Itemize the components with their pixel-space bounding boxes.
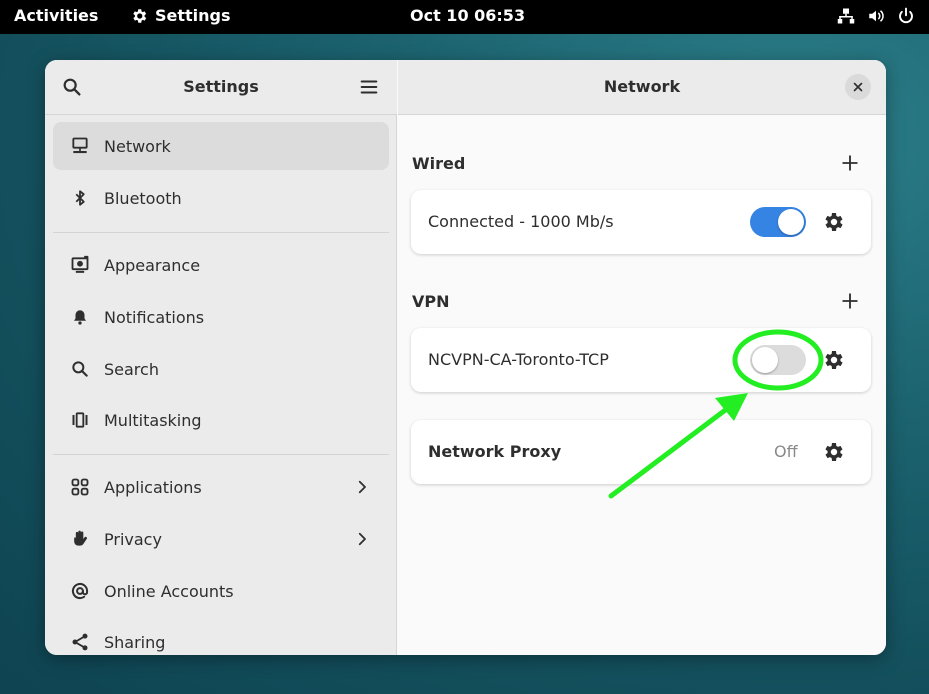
sidebar-item-bluetooth[interactable]: Bluetooth — [53, 174, 389, 222]
hamburger-menu-icon[interactable] — [358, 76, 380, 98]
network-proxy-label: Network Proxy — [428, 442, 562, 461]
settings-window: Settings Network Bluetooth Appearance No… — [45, 60, 886, 655]
add-vpn-button[interactable] — [838, 289, 862, 313]
system-tray[interactable] — [837, 7, 915, 25]
vpn-connection-name: NCVPN-CA-Toronto-TCP — [428, 350, 609, 369]
appearance-icon — [65, 255, 95, 275]
sidebar-item-search[interactable]: Search — [53, 345, 389, 393]
network-proxy-status: Off — [774, 442, 798, 461]
close-icon — [853, 82, 863, 92]
gear-icon[interactable] — [821, 440, 845, 464]
gear-icon — [133, 8, 147, 23]
sidebar-item-label: Bluetooth — [104, 188, 182, 208]
sidebar-item-label: Online Accounts — [104, 581, 234, 601]
clock[interactable]: Oct 10 06:53 — [410, 6, 525, 25]
sidebar-item-sharing[interactable]: Sharing — [53, 618, 389, 655]
sidebar-item-applications[interactable]: Applications — [53, 463, 389, 511]
sidebar-item-privacy[interactable]: Privacy — [53, 515, 389, 563]
app-name: Settings — [155, 6, 231, 25]
sidebar-item-label: Privacy — [104, 529, 162, 549]
sidebar-title: Settings — [183, 77, 259, 96]
activities-button[interactable]: Activities — [14, 6, 98, 25]
share-icon — [65, 632, 95, 652]
grid-icon — [65, 477, 95, 497]
sidebar-item-label: Search — [104, 359, 159, 379]
sidebar-item-multitasking[interactable]: Multitasking — [53, 396, 389, 444]
sidebar-item-online-accounts[interactable]: Online Accounts — [53, 567, 389, 615]
sidebar-item-label: Sharing — [104, 632, 166, 652]
vpn-section-title: VPN — [412, 292, 450, 311]
toggle-knob — [778, 209, 804, 235]
top-bar: Activities Settings Oct 10 06:53 — [0, 0, 929, 34]
wired-toggle[interactable] — [750, 207, 806, 237]
wired-connection-status: Connected - 1000 Mb/s — [428, 212, 614, 231]
plus-icon — [842, 293, 858, 309]
network-status-icon — [837, 8, 855, 24]
wired-connection-row: Connected - 1000 Mb/s — [411, 190, 871, 254]
multitasking-icon — [65, 410, 95, 430]
page-title: Network — [603, 77, 681, 96]
plus-icon — [842, 155, 858, 171]
gear-icon[interactable] — [821, 348, 845, 372]
volume-icon — [869, 10, 884, 22]
sidebar-item-label: Multitasking — [104, 410, 202, 430]
close-button[interactable] — [845, 74, 871, 100]
network-proxy-row[interactable]: Network Proxy Off — [411, 420, 871, 484]
bell-icon — [65, 307, 95, 327]
hand-icon — [65, 529, 95, 549]
at-icon — [65, 581, 95, 601]
sidebar: Settings Network Bluetooth Appearance No… — [45, 60, 397, 655]
power-icon — [899, 7, 913, 24]
sidebar-item-label: Notifications — [104, 307, 205, 327]
wired-section-title: Wired — [412, 154, 466, 173]
sidebar-item-label: Appearance — [104, 255, 201, 275]
content-header: Network — [398, 60, 886, 115]
chevron-right-icon — [358, 532, 366, 546]
bluetooth-icon — [65, 188, 95, 208]
sidebar-divider — [53, 232, 389, 233]
sidebar-header: Settings — [45, 60, 397, 115]
sidebar-item-network[interactable]: Network — [53, 122, 389, 170]
add-wired-button[interactable] — [838, 151, 862, 175]
sidebar-item-label: Applications — [104, 477, 202, 497]
chevron-right-icon — [358, 480, 366, 494]
sidebar-item-appearance[interactable]: Appearance — [53, 241, 389, 289]
toggle-knob — [752, 347, 778, 373]
vpn-toggle[interactable] — [750, 345, 806, 375]
gear-icon[interactable] — [821, 210, 845, 234]
sidebar-item-label: Network — [104, 136, 171, 156]
sidebar-item-notifications[interactable]: Notifications — [53, 293, 389, 341]
vpn-connection-row: NCVPN-CA-Toronto-TCP — [411, 328, 871, 392]
search-icon — [65, 359, 95, 379]
sidebar-divider — [53, 454, 389, 455]
app-menu-button[interactable]: Settings — [130, 6, 231, 25]
network-wired-icon — [65, 136, 95, 156]
network-panel: Network Wired Connected - 1000 Mb/s VPN … — [398, 60, 886, 655]
